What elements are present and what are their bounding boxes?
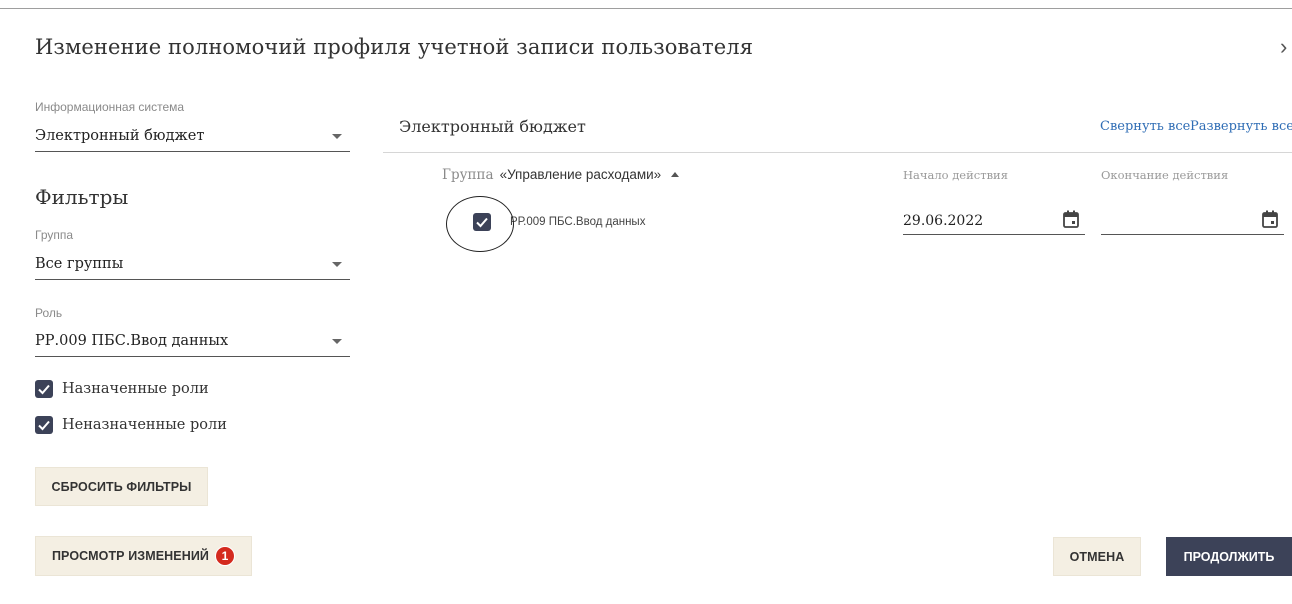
group-label: Группа	[35, 228, 74, 242]
system-section-title: Электронный бюджет	[399, 117, 586, 136]
top-divider	[0, 8, 1292, 9]
group-name: «Управление расходами»	[499, 167, 662, 182]
continue-button[interactable]: ПРОДОЛЖИТЬ	[1166, 537, 1292, 576]
assigned-roles-checkbox[interactable]	[35, 380, 53, 398]
end-date-header: Окончание действия	[1101, 168, 1229, 182]
system-select-value: Электронный бюджет	[35, 128, 205, 144]
checkmark-icon	[476, 217, 488, 228]
role-select[interactable]: РР.009 ПБС.Ввод данных	[35, 327, 350, 357]
group-toggle[interactable]: Группа «Управление расходами»	[442, 167, 680, 183]
role-name: РР.009 ПБС.Ввод данных	[510, 216, 646, 228]
unassigned-roles-checkbox[interactable]	[35, 416, 53, 434]
unassigned-roles-label: Неназначенные роли	[62, 417, 227, 433]
chevron-down-icon	[332, 339, 342, 344]
group-select-value: Все группы	[35, 256, 124, 272]
start-date-field[interactable]: 29.06.2022	[903, 205, 1085, 235]
chevron-down-icon	[332, 262, 342, 267]
checkmark-icon	[38, 420, 50, 431]
chevron-up-icon	[671, 172, 680, 177]
review-changes-label: ПРОСМОТР ИЗМЕНЕНИЙ	[51, 549, 210, 563]
filters-title: Фильтры	[35, 185, 129, 209]
group-prefix: Группа	[442, 167, 494, 183]
changes-count-badge: 1	[215, 546, 236, 566]
start-date-header: Начало действия	[903, 168, 1008, 182]
section-divider	[383, 152, 1292, 153]
end-date-field[interactable]	[1101, 205, 1284, 235]
system-label: Информационная система	[35, 100, 185, 114]
calendar-icon[interactable]	[1262, 210, 1278, 233]
expand-all-link[interactable]: Развернуть все	[1190, 119, 1292, 134]
dialog-title: Изменение полномочий профиля учетной зап…	[35, 35, 754, 59]
close-chevron-icon[interactable]: ›	[1280, 34, 1287, 60]
calendar-icon[interactable]	[1063, 210, 1079, 233]
start-date-value: 29.06.2022	[903, 213, 984, 229]
role-checkbox[interactable]	[473, 213, 491, 231]
collapse-all-link[interactable]: Свернуть все	[1100, 119, 1190, 134]
reset-filters-button[interactable]: СБРОСИТЬ ФИЛЬТРЫ	[35, 467, 208, 506]
cancel-button[interactable]: ОТМЕНА	[1053, 537, 1141, 576]
role-label: Роль	[35, 306, 63, 320]
system-select[interactable]: Электронный бюджет	[35, 122, 350, 152]
checkmark-icon	[38, 384, 50, 395]
role-select-value: РР.009 ПБС.Ввод данных	[35, 333, 229, 349]
review-changes-button[interactable]: ПРОСМОТР ИЗМЕНЕНИЙ 1	[35, 536, 252, 576]
chevron-down-icon	[332, 134, 342, 139]
assigned-roles-label: Назначенные роли	[62, 381, 209, 397]
group-select[interactable]: Все группы	[35, 250, 350, 280]
